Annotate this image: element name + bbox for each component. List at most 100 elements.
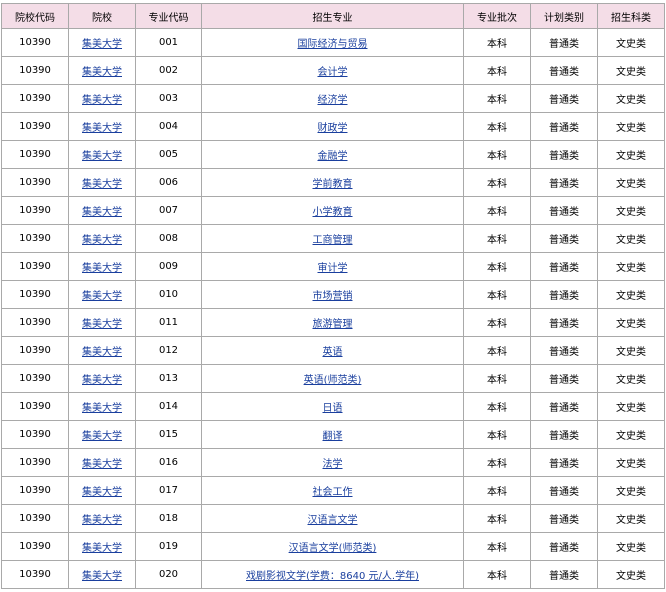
table-row: 10390 集美大学 017 社会工作 本科 普通类 文史类	[1, 476, 665, 505]
school-cell: 集美大学	[68, 364, 136, 393]
batch-cell: 本科	[463, 532, 531, 561]
major-cell: 小学教育	[201, 196, 464, 225]
major-cell-link[interactable]: 汉语言文学	[308, 515, 358, 526]
major-cell: 审计学	[201, 252, 464, 281]
category-cell: 文史类	[597, 560, 665, 589]
table-row: 10390 集美大学 016 法学 本科 普通类 文史类	[1, 448, 665, 477]
school-cell-link[interactable]: 集美大学	[82, 207, 122, 218]
batch-cell: 本科	[463, 560, 531, 589]
batch-cell: 本科	[463, 140, 531, 169]
school-cell-link[interactable]: 集美大学	[82, 543, 122, 554]
major-cell: 戏剧影视文学(学费：8640 元/人.学年)	[201, 560, 464, 589]
table-body: 10390 集美大学 001 国际经济与贸易 本科 普通类 文史类 10390 集美大学 002 会…	[1, 28, 665, 589]
major-code-cell: 016	[135, 448, 202, 477]
school-code-cell: 10390	[1, 532, 69, 561]
category-cell: 文史类	[597, 224, 665, 253]
major-cell: 会计学	[201, 56, 464, 85]
category-cell: 文史类	[597, 168, 665, 197]
major-cell-link[interactable]: 社会工作	[313, 487, 353, 498]
school-cell: 集美大学	[68, 532, 136, 561]
plan-type-cell: 普通类	[530, 336, 598, 365]
major-cell-link[interactable]: 会计学	[318, 67, 348, 78]
school-code-cell: 10390	[1, 112, 69, 141]
plan-type-cell: 普通类	[530, 504, 598, 533]
school-cell-link[interactable]: 集美大学	[82, 487, 122, 498]
category-cell: 文史类	[597, 308, 665, 337]
school-cell-link[interactable]: 集美大学	[82, 375, 122, 386]
major-cell-link[interactable]: 英语(师范类)	[304, 375, 362, 386]
major-code-cell: 008	[135, 224, 202, 253]
school-cell-link[interactable]: 集美大学	[82, 571, 122, 582]
school-cell-link[interactable]: 集美大学	[82, 459, 122, 470]
major-cell-link[interactable]: 市场营销	[313, 291, 353, 302]
major-cell-link[interactable]: 汉语言文学(师范类)	[289, 543, 377, 554]
header-school: 院校	[68, 3, 136, 29]
category-cell: 文史类	[597, 336, 665, 365]
school-cell: 集美大学	[68, 196, 136, 225]
school-cell-link[interactable]: 集美大学	[82, 347, 122, 358]
plan-type-cell: 普通类	[530, 224, 598, 253]
batch-cell: 本科	[463, 336, 531, 365]
category-cell: 文史类	[597, 504, 665, 533]
major-code-cell: 017	[135, 476, 202, 505]
table-row: 10390 集美大学 006 学前教育 本科 普通类 文史类	[1, 168, 665, 197]
table-row: 10390 集美大学 003 经济学 本科 普通类 文史类	[1, 84, 665, 113]
batch-cell: 本科	[463, 420, 531, 449]
major-code-cell: 005	[135, 140, 202, 169]
school-cell-link[interactable]: 集美大学	[82, 95, 122, 106]
major-cell-link[interactable]: 审计学	[318, 263, 348, 274]
school-code-cell: 10390	[1, 252, 69, 281]
major-cell: 工商管理	[201, 224, 464, 253]
major-cell-link[interactable]: 翻译	[323, 431, 343, 442]
major-cell-link[interactable]: 学前教育	[313, 179, 353, 190]
major-cell-link[interactable]: 财政学	[318, 123, 348, 134]
school-cell-link[interactable]: 集美大学	[82, 39, 122, 50]
batch-cell: 本科	[463, 56, 531, 85]
school-cell: 集美大学	[68, 252, 136, 281]
major-cell-link[interactable]: 小学教育	[313, 207, 353, 218]
major-code-cell: 009	[135, 252, 202, 281]
major-cell-link[interactable]: 日语	[323, 403, 343, 414]
major-cell: 金融学	[201, 140, 464, 169]
school-cell-link[interactable]: 集美大学	[82, 151, 122, 162]
category-cell: 文史类	[597, 420, 665, 449]
school-cell: 集美大学	[68, 112, 136, 141]
batch-cell: 本科	[463, 280, 531, 309]
category-cell: 文史类	[597, 280, 665, 309]
batch-cell: 本科	[463, 252, 531, 281]
school-cell-link[interactable]: 集美大学	[82, 319, 122, 330]
major-cell-link[interactable]: 法学	[323, 459, 343, 470]
school-cell-link[interactable]: 集美大学	[82, 123, 122, 134]
table-row: 10390 集美大学 012 英语 本科 普通类 文史类	[1, 336, 665, 365]
school-cell-link[interactable]: 集美大学	[82, 263, 122, 274]
school-cell-link[interactable]: 集美大学	[82, 179, 122, 190]
table-row: 10390 集美大学 011 旅游管理 本科 普通类 文史类	[1, 308, 665, 337]
school-cell-link[interactable]: 集美大学	[82, 67, 122, 78]
school-code-cell: 10390	[1, 448, 69, 477]
major-cell-link[interactable]: 经济学	[318, 95, 348, 106]
batch-cell: 本科	[463, 28, 531, 57]
major-cell: 财政学	[201, 112, 464, 141]
school-cell-link[interactable]: 集美大学	[82, 291, 122, 302]
major-cell-link[interactable]: 戏剧影视文学(学费：8640 元/人.学年)	[246, 571, 419, 582]
school-cell: 集美大学	[68, 448, 136, 477]
major-cell: 法学	[201, 448, 464, 477]
major-cell-link[interactable]: 国际经济与贸易	[298, 39, 368, 50]
school-cell: 集美大学	[68, 56, 136, 85]
major-code-cell: 010	[135, 280, 202, 309]
major-cell-link[interactable]: 旅游管理	[313, 319, 353, 330]
school-cell-link[interactable]: 集美大学	[82, 515, 122, 526]
category-cell: 文史类	[597, 364, 665, 393]
school-code-cell: 10390	[1, 28, 69, 57]
batch-cell: 本科	[463, 168, 531, 197]
major-cell-link[interactable]: 英语	[323, 347, 343, 358]
table-row: 10390 集美大学 005 金融学 本科 普通类 文史类	[1, 140, 665, 169]
school-code-cell: 10390	[1, 56, 69, 85]
major-cell-link[interactable]: 工商管理	[313, 235, 353, 246]
major-code-cell: 019	[135, 532, 202, 561]
major-code-cell: 015	[135, 420, 202, 449]
school-cell-link[interactable]: 集美大学	[82, 235, 122, 246]
major-cell-link[interactable]: 金融学	[318, 151, 348, 162]
school-cell-link[interactable]: 集美大学	[82, 431, 122, 442]
school-cell-link[interactable]: 集美大学	[82, 403, 122, 414]
